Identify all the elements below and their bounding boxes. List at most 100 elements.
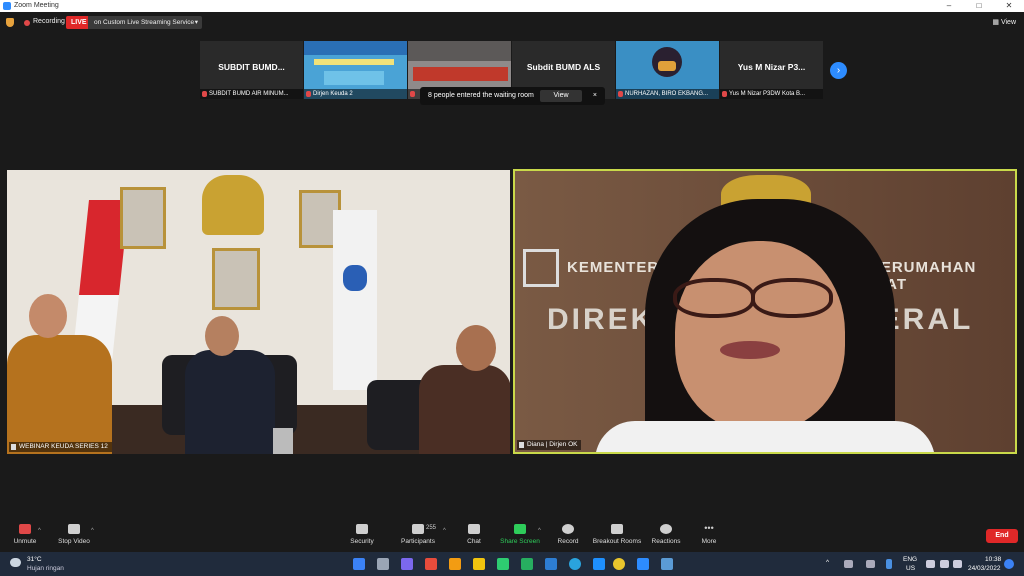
participant-thumbnail[interactable]: NURHAZAN, BIRO EKBANG... — [616, 41, 719, 99]
chevron-up-icon[interactable]: ^ — [826, 559, 829, 566]
glasses-lens — [751, 278, 833, 318]
banner-shape — [324, 71, 384, 85]
live-service-dropdown[interactable]: on Custom Live Streaming Service ▾ — [88, 16, 202, 29]
end-meeting-button[interactable]: End — [986, 529, 1018, 543]
breakout-rooms-label: Breakout Rooms — [592, 538, 642, 545]
vscode-icon[interactable] — [545, 558, 557, 570]
participant-thumbnail[interactable]: Dirjen Keuda 2 — [304, 41, 407, 99]
live-service-label: on Custom Live Streaming Service — [94, 19, 195, 26]
vlc-icon[interactable] — [449, 558, 461, 570]
participants-button[interactable]: Participants — [390, 524, 446, 545]
app-icon[interactable] — [425, 558, 437, 570]
more-dots-icon: ••• — [704, 523, 714, 533]
glasses-lens — [673, 278, 755, 318]
thumbnail-big-name: Yus M Nizar P3... — [737, 62, 806, 72]
clock-time[interactable]: 10:38 — [985, 556, 1001, 563]
thumbnail-big-name: Subdit BUMD ALS — [526, 62, 601, 72]
task-view-icon[interactable] — [377, 558, 389, 570]
app-icon[interactable] — [521, 558, 533, 570]
video-name-text: WEBINAR KEUDA SERIES 12 — [19, 443, 108, 450]
zoom-taskbar-icon[interactable] — [637, 558, 649, 570]
chevron-up-icon[interactable]: ^ — [91, 528, 94, 534]
garuda-emblem — [202, 175, 264, 235]
clock-date[interactable]: 24/03/2022 — [968, 565, 1001, 572]
telegram-icon[interactable] — [569, 558, 581, 570]
portrait-frame — [212, 248, 260, 310]
chevron-up-icon[interactable]: ^ — [38, 528, 41, 534]
banner-shape — [314, 59, 394, 65]
stop-video-label: Stop Video — [58, 538, 90, 545]
reactions-label: Reactions — [651, 538, 681, 545]
video-tile-webinar[interactable]: WEBINAR KEUDA SERIES 12 — [7, 170, 510, 454]
meeting-top-bar: Recording LIVE on Custom Live Streaming … — [0, 12, 1024, 34]
notification-icon[interactable] — [1004, 559, 1014, 569]
muted-mic-icon — [306, 91, 311, 97]
record-label: Record — [557, 538, 579, 545]
language-bottom[interactable]: US — [906, 565, 915, 572]
record-button[interactable]: Record — [540, 524, 596, 545]
portrait-frame — [120, 187, 166, 249]
participant-thumbnail[interactable]: Yus M Nizar P3... Yus M Nizar P3DW Kota … — [720, 41, 823, 99]
more-label: More — [701, 538, 717, 545]
windows-taskbar: 31°C Hujan ringan ^ ENG US 10:38 24/03/2… — [0, 552, 1024, 576]
participants-icon — [412, 524, 424, 534]
participant-thumbnail[interactable]: SUBDIT BUMD... SUBDIT BUMD AIR MINUM... — [200, 41, 303, 99]
app-icon[interactable] — [593, 558, 605, 570]
chrome-icon[interactable] — [613, 558, 625, 570]
maximize-button[interactable]: □ — [964, 0, 994, 12]
weather-temperature[interactable]: 31°C — [27, 556, 42, 563]
video-camera-icon — [68, 524, 80, 534]
security-label: Security — [350, 538, 374, 545]
waiting-room-view-button[interactable]: View — [540, 90, 582, 102]
waiting-room-message: 8 people entered the waiting room — [428, 92, 534, 99]
file-explorer-icon[interactable] — [473, 558, 485, 570]
zoom-app-icon — [3, 2, 11, 10]
close-window-button[interactable]: ✕ — [994, 0, 1024, 12]
video-name-label: WEBINAR KEUDA SERIES 12 — [9, 442, 112, 452]
pin-icon — [11, 444, 16, 450]
record-icon — [562, 524, 574, 534]
flag-shape — [333, 210, 377, 390]
security-button[interactable]: Security — [334, 524, 390, 545]
flag-emblem — [343, 265, 367, 291]
window-title-bar: Zoom Meeting – □ ✕ — [0, 0, 1024, 12]
chevron-down-icon: ▾ — [194, 19, 198, 26]
shield-icon[interactable] — [6, 18, 14, 27]
wifi-icon[interactable] — [926, 560, 935, 568]
language-top[interactable]: ENG — [903, 556, 917, 563]
wall-text: DIREK — [547, 303, 656, 336]
close-icon[interactable]: × — [593, 87, 597, 105]
reactions-icon — [660, 524, 672, 534]
cloud-rain-icon[interactable] — [10, 558, 21, 567]
speaker-icon[interactable] — [940, 560, 949, 568]
recording-label[interactable]: Recording — [33, 18, 65, 25]
weather-description[interactable]: Hujan ringan — [27, 565, 64, 572]
windows-start-icon[interactable] — [353, 558, 365, 570]
window-title: Zoom Meeting — [14, 2, 59, 9]
tray-icon[interactable] — [866, 560, 875, 568]
chat-icon — [468, 524, 480, 534]
face-shape — [675, 241, 845, 431]
thumbnail-name: Yus M Nizar P3DW Kota B... — [720, 89, 823, 99]
battery-icon[interactable] — [953, 560, 962, 568]
minimize-button[interactable]: – — [934, 0, 964, 12]
muted-mic-icon — [722, 91, 727, 97]
ministry-logo — [523, 249, 559, 287]
view-label: View — [1000, 19, 1016, 26]
participants-count: 255 — [426, 525, 437, 531]
shield-icon — [356, 524, 368, 534]
app-icon[interactable] — [661, 558, 673, 570]
video-tile-active-speaker[interactable]: KEMENTERIAN AN PERUMAHAN RAKYAT DIREK DE… — [513, 169, 1017, 454]
microphone-tray-icon[interactable] — [886, 559, 892, 569]
tray-icon[interactable] — [844, 560, 853, 568]
teams-icon[interactable] — [401, 558, 413, 570]
more-button[interactable]: ••• More — [681, 523, 737, 546]
breakout-rooms-button[interactable]: Breakout Rooms — [589, 524, 645, 545]
view-button[interactable]: ▦ View — [992, 18, 1016, 26]
person-shape — [185, 350, 275, 454]
next-page-arrow-icon[interactable]: › — [830, 62, 847, 79]
pin-icon — [519, 442, 524, 448]
app-icon[interactable] — [497, 558, 509, 570]
recording-icon — [24, 20, 30, 26]
share-screen-icon — [514, 524, 526, 534]
